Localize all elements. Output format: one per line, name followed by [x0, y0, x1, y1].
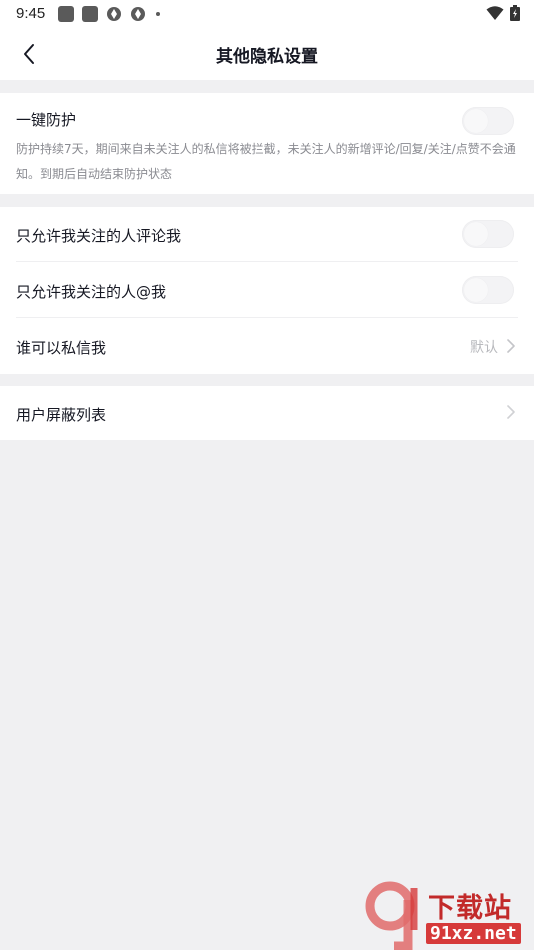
chevron-right-icon — [507, 405, 515, 419]
divider — [16, 317, 518, 318]
toggle-knob — [464, 109, 488, 133]
watermark-url: 91xz.net — [426, 923, 521, 944]
protection-title: 一键防护 — [16, 111, 77, 129]
watermark: 下载站 91xz.net — [362, 880, 534, 950]
system-icons — [486, 5, 520, 21]
aperture-icon — [107, 7, 121, 21]
notification-icons — [58, 6, 160, 22]
watermark-logo-icon — [365, 881, 418, 950]
protection-section: 一键防护 防护持续7天，期间来自未关注人的私信将被拦截，未关注人的新增评论/回复… — [0, 93, 534, 194]
who-can-message-value: 默认 — [470, 340, 498, 356]
blocked-users-section[interactable]: 用户屏蔽列表 — [0, 386, 534, 440]
protection-description: 防护持续7天，期间来自未关注人的私信将被拦截，未关注人的新增评论/回复/关注/点… — [16, 142, 516, 181]
watermark-text: 下载站 — [428, 893, 512, 924]
more-notifications-dot-icon — [156, 12, 160, 16]
who-can-message-label: 谁可以私信我 — [16, 339, 107, 357]
aperture-icon — [131, 7, 145, 21]
status-bar: 9:45 — [0, 0, 534, 28]
status-time: 9:45 — [16, 5, 46, 22]
mentions-only-followed-toggle[interactable] — [462, 276, 514, 304]
chevron-right-icon — [507, 339, 515, 353]
protection-toggle[interactable] — [462, 107, 514, 135]
comments-only-followed-toggle[interactable] — [462, 220, 514, 248]
interaction-permissions-section: 只允许我关注的人评论我 只允许我关注的人@我 谁可以私信我 默认 — [0, 207, 534, 374]
mentions-only-followed-label: 只允许我关注的人@我 — [16, 283, 167, 301]
wifi-icon — [486, 6, 504, 20]
app-notification-icon — [82, 6, 98, 22]
toggle-knob — [464, 278, 488, 302]
toggle-knob — [464, 222, 488, 246]
page-title: 其他隐私设置 — [216, 47, 318, 67]
divider — [16, 261, 518, 262]
battery-charging-icon — [510, 5, 520, 21]
comments-only-followed-label: 只允许我关注的人评论我 — [16, 227, 182, 245]
navigation-bar: 其他隐私设置 — [0, 28, 534, 80]
app-notification-icon — [58, 6, 74, 22]
blocked-users-label: 用户屏蔽列表 — [16, 406, 107, 424]
